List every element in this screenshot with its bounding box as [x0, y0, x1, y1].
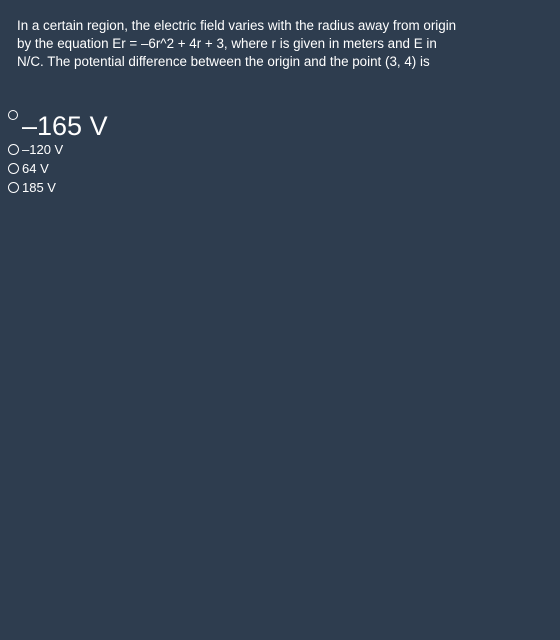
option-label: 185 V: [22, 180, 56, 195]
option-label: –120 V: [22, 142, 64, 157]
option-label: –165 V: [22, 111, 108, 141]
question-text: In a certain region, the electric field …: [17, 18, 457, 69]
radio-button[interactable]: [8, 144, 19, 155]
radio-button[interactable]: [8, 110, 18, 120]
option-4[interactable]: 185 V: [8, 178, 108, 197]
radio-button[interactable]: [8, 163, 19, 174]
radio-button[interactable]: [8, 182, 19, 193]
option-1[interactable]: –165 V: [8, 106, 108, 141]
option-3[interactable]: 64 V: [8, 159, 108, 178]
option-label: 64 V: [22, 161, 49, 176]
answer-options: –165 V –120 V 64 V 185 V: [8, 106, 108, 197]
